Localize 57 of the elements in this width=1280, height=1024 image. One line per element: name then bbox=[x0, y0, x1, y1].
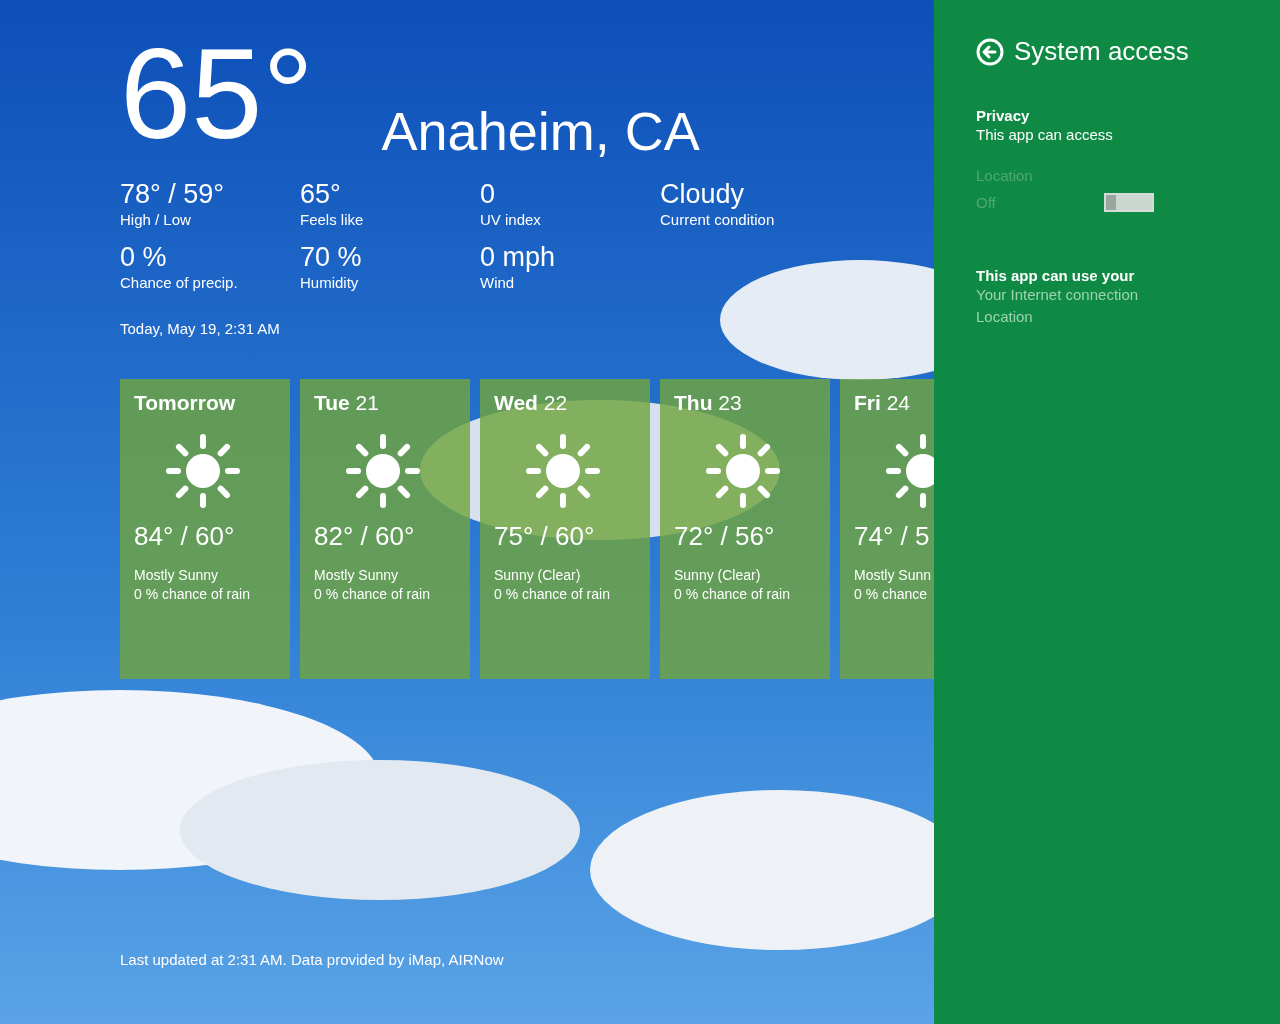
back-icon bbox=[976, 37, 1004, 66]
toggle-state: Off bbox=[976, 193, 996, 213]
footer-text: Last updated at 2:31 AM. Data provided by iMap, AIRNow bbox=[120, 951, 504, 968]
capability-item: Location bbox=[976, 306, 1033, 327]
forecast-card[interactable]: Thu 23 72° / 56° Sunny (Clear) 0 % chance of rain bbox=[660, 379, 830, 680]
forecast-temperatures: 72° / 56° bbox=[674, 521, 775, 553]
sun-icon bbox=[526, 434, 600, 509]
stat-value: 65° bbox=[300, 180, 341, 210]
forecast-card[interactable]: Tomorrow 84° / 60° Mostly Sunny 0 % chance of rain bbox=[120, 379, 290, 680]
stat-value: 78° / 59° bbox=[120, 180, 225, 210]
forecast-day: Thu 23 bbox=[674, 391, 742, 416]
capability-item: Your Internet connection bbox=[976, 285, 1139, 305]
stat-value: 0 mph bbox=[480, 243, 556, 273]
forecast-condition: Sunny (Clear) bbox=[494, 566, 581, 586]
forecast-condition: Mostly Sunny bbox=[134, 566, 219, 586]
stat-value: 0 % bbox=[120, 243, 167, 273]
city-name: Anaheim, CA bbox=[381, 104, 700, 158]
sun-icon bbox=[706, 434, 780, 509]
stat-label: Chance of precip. bbox=[120, 272, 238, 293]
sun-icon bbox=[346, 434, 420, 509]
stat-label: Humidity bbox=[300, 272, 359, 293]
forecast-rain-chance: 0 % chance of rain bbox=[134, 585, 250, 605]
forecast-condition: Mostly Sunny bbox=[314, 566, 399, 586]
forecast-day: Fri 24 bbox=[854, 391, 911, 416]
forecast-condition: Sunny (Clear) bbox=[674, 566, 761, 586]
forecast-day: Tomorrow bbox=[134, 391, 236, 416]
forecast-card[interactable]: Tue 21 82° / 60° Mostly Sunny 0 % chance of rain bbox=[300, 379, 470, 680]
back-button[interactable] bbox=[976, 37, 1004, 66]
setting-label: Location bbox=[976, 166, 1033, 186]
forecast-temperatures: 84° / 60° bbox=[134, 521, 235, 553]
forecast-rain-chance: 0 % chance bbox=[854, 585, 928, 605]
forecast-rain-chance: 0 % chance of rain bbox=[674, 585, 790, 605]
forecast-card[interactable]: Fri 24 74° / 5 Mostly Sunn 0 % chance bbox=[840, 379, 934, 680]
stat-label: Feels like bbox=[300, 209, 364, 230]
section-heading: This app can use your bbox=[976, 267, 1135, 284]
sun-icon bbox=[166, 434, 240, 509]
forecast-card[interactable]: Wed 22 75° / 60° Sunny (Clear) 0 % chance of rain bbox=[480, 379, 650, 680]
stat-value: Cloudy bbox=[660, 180, 745, 210]
stat-label: Wind bbox=[480, 272, 515, 293]
panel-title: System access bbox=[1014, 36, 1189, 67]
section-heading: Privacy bbox=[976, 107, 1030, 124]
stat-label: Current condition bbox=[660, 209, 775, 230]
stat-value: 0 bbox=[480, 180, 496, 210]
forecast-rain-chance: 0 % chance of rain bbox=[494, 585, 610, 605]
current-temperature: 65° bbox=[120, 30, 314, 158]
timestamp: Today, May 19, 2:31 AM bbox=[120, 320, 280, 338]
forecast-temperatures: 74° / 5 bbox=[854, 521, 930, 553]
forecast-temperatures: 75° / 60° bbox=[494, 521, 595, 553]
forecast-rain-chance: 0 % chance of rain bbox=[314, 585, 430, 605]
stat-value: 70 % bbox=[300, 243, 362, 273]
forecast-day: Tue 21 bbox=[314, 391, 379, 416]
stat-label: High / Low bbox=[120, 209, 191, 230]
stat-label: UV index bbox=[480, 209, 541, 230]
forecast-temperatures: 82° / 60° bbox=[314, 521, 415, 553]
forecast-day: Wed 22 bbox=[494, 391, 568, 416]
forecast-condition: Mostly Sunn bbox=[854, 566, 932, 586]
section-subtitle: This app can access bbox=[976, 125, 1113, 145]
